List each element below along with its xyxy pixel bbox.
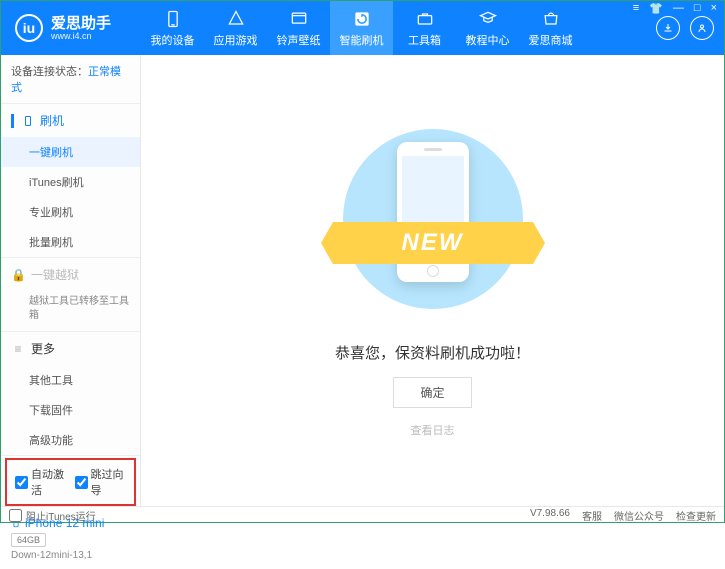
checkbox-skip-guide[interactable]: 跳过向导 (75, 466, 127, 498)
section-flash-header[interactable]: 刷机 (1, 104, 140, 137)
sidebar-item-itunes-flash[interactable]: iTunes刷机 (1, 167, 140, 197)
window-controls: ≡ 👕 — □ × (631, 2, 719, 15)
device-capacity: 64GB (11, 533, 46, 547)
user-icon[interactable] (690, 16, 714, 40)
nav-label: 我的设备 (151, 32, 195, 48)
sidebar-item-download-firmware[interactable]: 下载固件 (1, 395, 140, 425)
version-text: V7.98.66 (530, 508, 570, 523)
logo-icon: iu (15, 14, 43, 42)
nav-label: 工具箱 (408, 32, 441, 48)
flash-icon (352, 9, 372, 29)
skin-icon[interactable]: 👕 (647, 2, 665, 15)
nav-tab-device[interactable]: 我的设备 (141, 1, 204, 55)
ringtone-icon (289, 9, 309, 29)
nav-label: 智能刷机 (340, 32, 384, 48)
nav-tab-ringtone[interactable]: 铃声壁纸 (267, 1, 330, 55)
phone-icon (22, 115, 34, 127)
nav-label: 爱思商城 (529, 32, 573, 48)
main-content: NEW 恭喜您，保资料刷机成功啦！ 确定 查看日志 (141, 55, 724, 506)
device-sub: Down-12mini-13,1 (11, 550, 130, 561)
menu-icon[interactable]: ≡ (631, 2, 641, 15)
status-label: 设备连接状态： (11, 66, 88, 78)
new-banner: NEW (333, 222, 533, 264)
checkbox-input[interactable] (15, 476, 28, 489)
toolbox-icon (415, 9, 435, 29)
update-link[interactable]: 检查更新 (676, 508, 716, 523)
sidebar: 设备连接状态：正常模式 刷机 一键刷机 iTunes刷机 专业刷机 批量刷机 🔒… (1, 55, 141, 506)
minimize-icon[interactable]: — (671, 2, 686, 15)
section-label: 一键越狱 (31, 266, 79, 283)
checkbox-label: 跳过向导 (91, 466, 127, 498)
sidebar-item-other-tools[interactable]: 其他工具 (1, 365, 140, 395)
top-header: iu 爱思助手 www.i4.cn 我的设备 应用游戏 铃声壁纸 智能刷机 工具… (1, 1, 724, 55)
list-icon: ≡ (11, 342, 25, 356)
maximize-icon[interactable]: □ (692, 2, 703, 15)
section-label: 更多 (31, 340, 55, 357)
sidebar-item-advanced[interactable]: 高级功能 (1, 425, 140, 455)
apps-icon (226, 9, 246, 29)
service-link[interactable]: 客服 (582, 508, 602, 523)
logo-zone: iu 爱思助手 www.i4.cn (1, 14, 141, 42)
app-name: 爱思助手 (51, 16, 111, 31)
section-jailbreak-header: 🔒 一键越狱 (1, 258, 140, 291)
wechat-link[interactable]: 微信公众号 (614, 508, 664, 523)
app-url: www.i4.cn (51, 31, 111, 41)
close-icon[interactable]: × (709, 2, 719, 15)
nav-tab-tutorial[interactable]: 教程中心 (456, 1, 519, 55)
tutorial-icon (478, 9, 498, 29)
sidebar-item-oneclick-flash[interactable]: 一键刷机 (1, 137, 140, 167)
store-icon (541, 9, 561, 29)
section-more-header[interactable]: ≡ 更多 (1, 332, 140, 365)
download-icon[interactable] (656, 16, 680, 40)
header-right (656, 16, 724, 40)
checkbox-label: 自动激活 (31, 466, 67, 498)
checkbox-auto-activate[interactable]: 自动激活 (15, 466, 67, 498)
sidebar-item-pro-flash[interactable]: 专业刷机 (1, 197, 140, 227)
nav-tab-apps[interactable]: 应用游戏 (204, 1, 267, 55)
view-log-link[interactable]: 查看日志 (411, 422, 455, 438)
ok-button[interactable]: 确定 (393, 377, 471, 408)
nav-tab-flash[interactable]: 智能刷机 (330, 1, 393, 55)
nav-label: 教程中心 (466, 32, 510, 48)
checkbox-input[interactable] (75, 476, 88, 489)
success-text: 恭喜您，保资料刷机成功啦！ (335, 342, 530, 363)
connection-status: 设备连接状态：正常模式 (1, 55, 140, 104)
jailbreak-note: 越狱工具已转移至工具箱 (1, 291, 140, 331)
nav-tab-toolbox[interactable]: 工具箱 (393, 1, 456, 55)
illustration: NEW (323, 124, 543, 324)
nav-tabs: 我的设备 应用游戏 铃声壁纸 智能刷机 工具箱 教程中心 爱思商城 (141, 1, 656, 55)
lock-icon: 🔒 (11, 268, 25, 282)
block-itunes-checkbox[interactable]: 阻止iTunes运行 (9, 508, 96, 523)
checkbox-label: 阻止iTunes运行 (26, 508, 96, 523)
checkbox-input[interactable] (9, 509, 22, 522)
device-icon (163, 9, 183, 29)
sidebar-item-batch-flash[interactable]: 批量刷机 (1, 227, 140, 257)
nav-tab-store[interactable]: 爱思商城 (519, 1, 582, 55)
section-label: 刷机 (40, 112, 64, 129)
nav-label: 应用游戏 (214, 32, 258, 48)
checkbox-row: 自动激活 跳过向导 (5, 458, 136, 506)
nav-label: 铃声壁纸 (277, 32, 321, 48)
